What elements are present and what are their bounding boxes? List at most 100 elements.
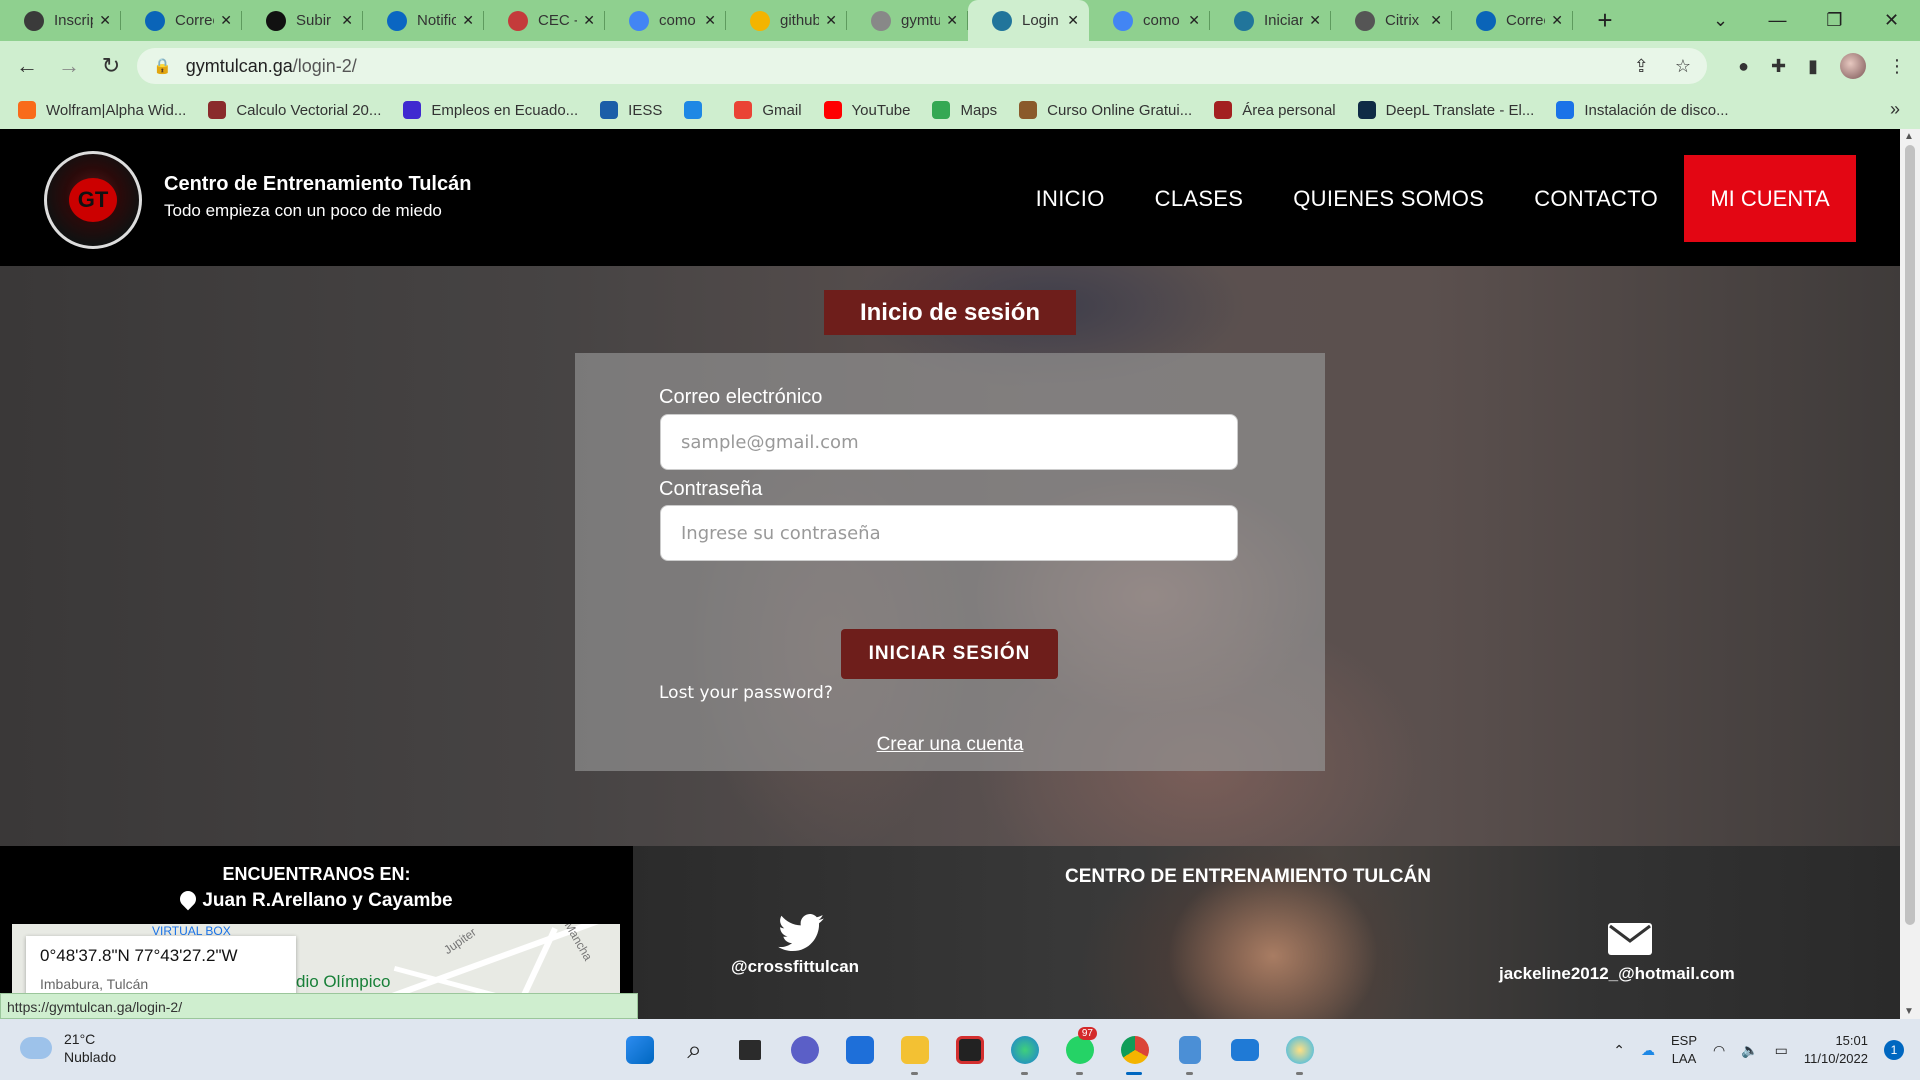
nav-quienes-somos[interactable]: QUIENES SOMOS [1293,186,1484,212]
tab-close-icon[interactable]: ✕ [1309,12,1321,29]
taskbar-store[interactable] [832,1031,887,1069]
map-place-label[interactable]: dio Olímpico [296,972,390,992]
tab-close-icon[interactable]: ✕ [99,12,111,29]
taskbar-teams[interactable] [777,1031,832,1069]
browser-tab[interactable]: github ✕ [726,0,847,41]
browser-tab[interactable]: como ✕ [605,0,726,41]
tab-close-icon[interactable]: ✕ [1551,12,1563,29]
taskbar-edge[interactable] [997,1031,1052,1075]
bookmark-item[interactable]: Gmail [734,101,802,119]
bookmark-item[interactable]: YouTube [823,101,910,119]
bookmark-item[interactable]: Instalación de disco... [1556,101,1729,119]
scroll-down-arrow[interactable]: ▼ [1904,1006,1914,1017]
taskbar-task-view[interactable] [722,1031,777,1069]
bookmark-item[interactable]: Wolfram|Alpha Wid... [18,101,186,119]
site-logo[interactable]: GT [44,151,142,249]
mail-icon[interactable] [1607,922,1653,956]
bookmark-star-icon[interactable]: ☆ [1675,56,1691,77]
back-button[interactable]: ← [12,53,42,79]
reload-button[interactable]: ↻ [96,53,126,79]
browser-tab[interactable]: Notific ✕ [363,0,484,41]
minimize-button[interactable]: — [1749,10,1806,31]
lost-password-link[interactable]: Lost your password? [659,683,833,703]
bookmark-item[interactable]: Área personal [1214,101,1336,119]
start-button[interactable] [612,1031,667,1069]
taskbar-search[interactable]: ⌕ [667,1031,722,1069]
tab-close-icon[interactable]: ✕ [946,12,958,29]
email-field[interactable] [660,414,1238,470]
browser-tab[interactable]: Citrix ✕ [1331,0,1452,41]
onedrive-icon[interactable]: ☁ [1641,1042,1655,1059]
password-field[interactable] [660,505,1238,561]
language-indicator[interactable]: ESP LAA [1671,1032,1697,1068]
browser-tab[interactable]: CEC - ✕ [484,0,605,41]
address-bar[interactable]: 🔒 gymtulcan.ga/login-2/ ⇪ ☆ [137,48,1707,84]
scroll-up-arrow[interactable]: ▲ [1904,131,1914,142]
bookmarks-overflow-icon[interactable]: » [1890,99,1900,120]
browser-tab[interactable]: Inscrip ✕ [0,0,121,41]
tab-close-icon[interactable]: ✕ [1188,12,1200,29]
bookmark-item[interactable]: Maps [932,101,997,119]
nav-mi-cuenta-button[interactable]: MI CUENTA [1684,155,1856,242]
notification-count[interactable]: 1 [1884,1040,1904,1060]
browser-tab[interactable]: gymtu ✕ [847,0,968,41]
tab-close-icon[interactable]: ✕ [704,12,716,29]
page-scrollbar[interactable]: ▲ ▼ [1900,129,1920,1019]
profile-avatar[interactable] [1840,53,1866,79]
menu-kebab-icon[interactable]: ⋮ [1888,56,1906,77]
brand-title[interactable]: Centro de Entrenamiento Tulcán [164,173,471,196]
close-window-button[interactable]: ✕ [1863,10,1920,31]
taskbar-notepad[interactable] [1162,1031,1217,1075]
contact-email[interactable]: jackeline2012_@hotmail.com [1499,964,1735,984]
taskbar-app-extra[interactable] [1272,1031,1327,1075]
login-submit-button[interactable]: INICIAR SESIÓN [841,629,1058,679]
taskbar-whatsapp[interactable]: 97 [1052,1027,1107,1075]
browser-tab[interactable]: Correo ✕ [1452,0,1573,41]
battery-icon[interactable]: ▭ [1775,1042,1788,1059]
tray-chevron-icon[interactable]: ⌃ [1613,1042,1625,1059]
twitter-handle[interactable]: @crossfittulcan [731,957,859,977]
lock-icon[interactable]: 🔒 [153,57,172,75]
browser-tab[interactable]: Correo ✕ [121,0,242,41]
tab-close-icon[interactable]: ✕ [462,12,474,29]
taskbar-remote-desktop[interactable] [1217,1031,1272,1069]
nav-contacto[interactable]: CONTACTO [1534,186,1658,212]
tab-close-icon[interactable]: ✕ [583,12,595,29]
taskbar-chrome[interactable] [1107,1031,1162,1075]
nav-clases[interactable]: CLASES [1155,186,1244,212]
tab-search-chevron-icon[interactable]: ⌄ [1692,10,1749,31]
restore-button[interactable]: ❐ [1806,10,1863,31]
browser-tab[interactable]: Login ✕ [968,0,1089,41]
side-panel-icon[interactable]: ▮ [1808,56,1818,77]
taskbar-explorer[interactable] [887,1031,942,1075]
create-account-link[interactable]: Crear una cuenta [575,734,1325,756]
browser-tab[interactable]: Subir ✕ [242,0,363,41]
tab-close-icon[interactable]: ✕ [1430,12,1442,29]
extensions-puzzle-icon[interactable]: ✚ [1771,56,1786,77]
bookmark-item[interactable] [684,101,712,119]
bookmark-item[interactable]: IESS [600,101,662,119]
tab-close-icon[interactable]: ✕ [220,12,232,29]
tab-close-icon[interactable]: ✕ [341,12,353,29]
weather-widget[interactable]: 21°C Nublado [20,1030,116,1066]
nav-inicio[interactable]: INICIO [1036,186,1105,212]
tab-favicon-icon [508,10,528,31]
scrollbar-thumb[interactable] [1905,145,1915,925]
browser-tab[interactable]: Iniciar ✕ [1210,0,1331,41]
bookmark-item[interactable]: Empleos en Ecuado... [403,101,578,119]
bookmark-item[interactable]: DeepL Translate - El... [1357,101,1534,119]
clock[interactable]: 15:01 11/10/2022 [1804,1032,1868,1068]
twitter-icon[interactable] [778,914,824,952]
tab-close-icon[interactable]: ✕ [825,12,837,29]
taskbar-recorder[interactable] [942,1031,997,1069]
tab-close-icon[interactable]: ✕ [1067,12,1079,29]
browser-tab[interactable]: como ✕ [1089,0,1210,41]
bookmark-item[interactable]: Curso Online Gratui... [1019,101,1192,119]
new-tab-button[interactable]: + [1585,5,1625,36]
forward-button[interactable]: → [54,53,84,79]
bookmark-item[interactable]: Calculo Vectorial 20... [208,101,381,119]
wifi-icon[interactable]: ◠ [1713,1042,1725,1059]
volume-icon[interactable]: 🔈 [1741,1042,1758,1059]
share-icon[interactable]: ⇪ [1634,56,1649,77]
extension-icon[interactable]: ● [1738,56,1749,77]
